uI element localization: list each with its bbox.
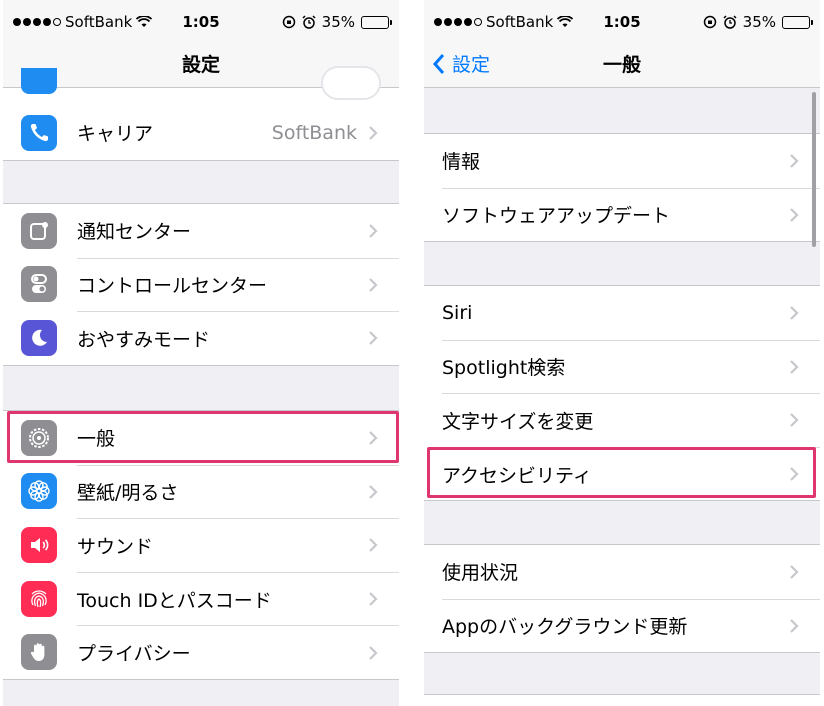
notification-center-icon: [21, 212, 57, 249]
row-label: 使用状況: [442, 562, 519, 585]
about-row[interactable]: 情報: [424, 134, 820, 188]
control-center-icon: [21, 266, 57, 303]
next-group: [424, 694, 820, 706]
siri-row[interactable]: Siri: [424, 286, 820, 340]
row-label: 通知センター: [77, 221, 192, 244]
row-label: Touch IDとパスコード: [77, 589, 272, 612]
info-group: 情報 ソフトウェアアップデート: [424, 133, 820, 243]
row-label: 情報: [442, 151, 481, 174]
row-label: ソフトウェアアップデート: [442, 205, 671, 228]
page-title: 一般: [602, 54, 641, 76]
privacy-row[interactable]: プライバシー: [3, 625, 399, 679]
row-label: 一般: [77, 428, 116, 451]
chevron-right-icon: [790, 413, 799, 428]
scrollbar[interactable]: [812, 92, 816, 247]
software-update-row[interactable]: ソフトウェアアップデート: [424, 187, 820, 242]
chevron-right-icon: [790, 208, 799, 222]
chevron-right-icon: [790, 306, 799, 320]
features-group: Siri Spotlight検索 文字サイズを変更 アクセシビリティ: [424, 285, 820, 502]
usage-group: 使用状況 Appのバックグラウンド更新: [424, 544, 820, 654]
chevron-right-icon: [369, 224, 378, 238]
battery-icon: [782, 15, 813, 29]
chevron-right-icon: [790, 565, 799, 579]
moon-icon: [21, 319, 57, 356]
row-label: Spotlight検索: [442, 357, 566, 380]
spotlight-row[interactable]: Spotlight検索: [424, 339, 820, 394]
control-center-row[interactable]: コントロールセンター: [3, 257, 399, 312]
carrier-value: SoftBank: [271, 121, 357, 144]
wallpaper-icon: [21, 473, 57, 510]
battery-percent: 35%: [742, 13, 776, 31]
general-row[interactable]: 一般: [3, 411, 399, 465]
chevron-right-icon: [790, 467, 799, 481]
do-not-disturb-row[interactable]: おやすみモード: [3, 311, 399, 365]
row-label: コントロールセンター: [77, 275, 268, 298]
chevron-right-icon: [369, 645, 378, 660]
chevron-right-icon: [369, 538, 378, 553]
chevron-right-icon: [369, 431, 378, 445]
alarm-icon: [723, 15, 737, 29]
partial-icon: [21, 68, 57, 94]
status-bar: SoftBank 1:05 35%: [3, 0, 399, 40]
chevron-right-icon: [369, 126, 378, 140]
navigation-bar: 設定 一般: [424, 40, 820, 88]
sound-icon: [21, 526, 57, 563]
general-screen: SoftBank 1:05 35% 設定 一般 情報 ソフトウェアアップデート: [424, 0, 820, 706]
background-refresh-row[interactable]: Appのバックグラウンド更新: [424, 598, 820, 653]
row-label: 文字サイズを変更: [442, 410, 594, 433]
notifications-group: 通知センター コントロールセンター おやすみモード: [3, 203, 399, 366]
row-label: プライバシー: [77, 643, 191, 666]
row-label: 壁紙/明るさ: [77, 482, 179, 505]
sound-row[interactable]: サウンド: [3, 518, 399, 572]
rotation-lock-icon: [703, 15, 716, 29]
carrier-row[interactable]: キャリア SoftBank: [3, 106, 399, 160]
row-label: サウンド: [77, 535, 154, 558]
chevron-right-icon: [790, 360, 799, 374]
accessibility-row[interactable]: アクセシビリティ: [424, 446, 820, 501]
chevron-right-icon: [369, 331, 378, 346]
chevron-right-icon: [369, 485, 378, 499]
row-label: おやすみモード: [77, 328, 211, 351]
row-label: Appのバックグラウンド更新: [442, 616, 688, 639]
battery-icon: [361, 15, 392, 29]
chevron-right-icon: [790, 154, 799, 168]
phone-icon: [21, 114, 57, 151]
carrier-group: キャリア SoftBank: [3, 66, 399, 161]
notification-center-row[interactable]: 通知センター: [3, 204, 399, 258]
gear-icon: [21, 419, 57, 456]
general-group: 一般 壁紙/明るさ サウンド Touch IDとパスコード プライバシー: [3, 410, 399, 680]
wallpaper-row[interactable]: 壁紙/明るさ: [3, 464, 399, 519]
alarm-icon: [302, 15, 316, 29]
fingerprint-icon: [21, 580, 57, 617]
row-label: Siri: [442, 301, 473, 324]
hand-icon: [21, 634, 57, 671]
settings-screen: SoftBank 1:05 35% 設定 キャリア SoftBank 通知センタ…: [3, 0, 399, 706]
row-label: アクセシビリティ: [442, 464, 592, 487]
status-bar: SoftBank 1:05 35%: [424, 0, 820, 40]
touch-id-row[interactable]: Touch IDとパスコード: [3, 571, 399, 626]
chevron-right-icon: [790, 619, 799, 633]
chevron-right-icon: [369, 592, 378, 606]
battery-percent: 35%: [321, 13, 355, 31]
toggle-switch[interactable]: [321, 66, 381, 100]
text-size-row[interactable]: 文字サイズを変更: [424, 393, 820, 447]
chevron-right-icon: [369, 278, 378, 292]
usage-row[interactable]: 使用状況: [424, 545, 820, 599]
rotation-lock-icon: [282, 15, 295, 29]
carrier-label: キャリア: [77, 123, 154, 146]
